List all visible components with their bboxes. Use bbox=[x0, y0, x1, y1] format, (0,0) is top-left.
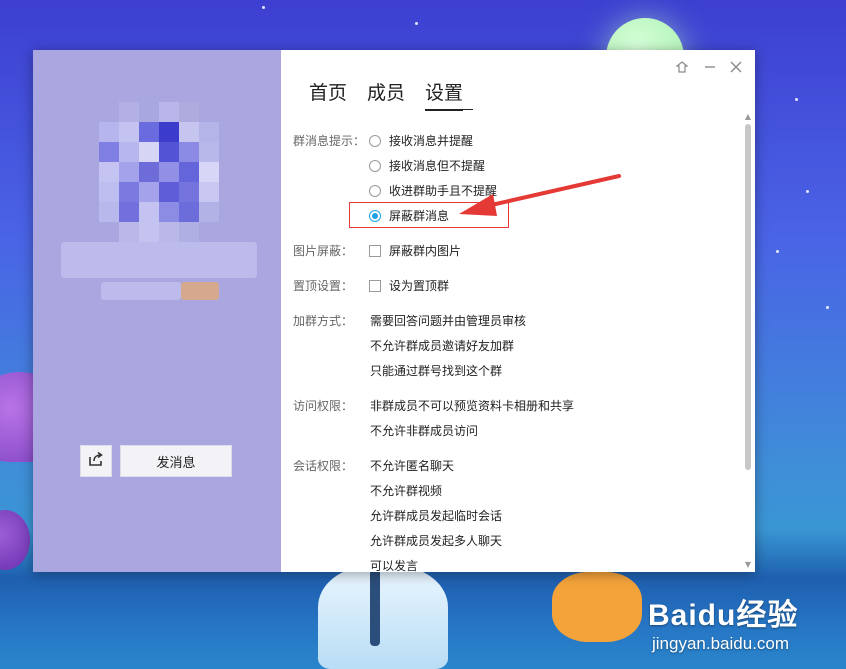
ribbon-illustration bbox=[370, 566, 380, 646]
join-method-line: 需要回答问题并由管理员审核 bbox=[370, 314, 527, 328]
scroll-down-arrow[interactable]: ▼ bbox=[745, 560, 751, 569]
access-label: 访问权限： bbox=[293, 399, 354, 413]
option-label: 接收消息并提醒 bbox=[389, 134, 474, 148]
tab-divider bbox=[427, 109, 473, 110]
group-number-blurred bbox=[101, 282, 181, 300]
chat-permission-line: 可以发言 bbox=[370, 559, 419, 573]
checkbox-block-images[interactable] bbox=[369, 244, 381, 257]
group-name-blurred bbox=[61, 242, 257, 278]
option-label: 设为置顶群 bbox=[389, 279, 450, 293]
share-button[interactable] bbox=[80, 445, 112, 477]
chat-permission-line: 不允许匿名聊天 bbox=[370, 459, 455, 473]
group-message-prompt-label: 群消息提示： bbox=[293, 134, 366, 148]
access-line: 不允许非群成员访问 bbox=[370, 424, 479, 438]
skin-icon[interactable] bbox=[673, 58, 691, 76]
option-block-images[interactable]: 屏蔽群内图片 bbox=[369, 242, 461, 259]
pin-label: 置顶设置： bbox=[293, 279, 354, 293]
star-decoration bbox=[415, 22, 418, 25]
tab-settings[interactable]: 设置 bbox=[425, 78, 464, 111]
baidu-watermark: Baidu经验 jingyan.baidu.com bbox=[648, 590, 838, 654]
scroll-up-arrow[interactable]: ▲ bbox=[745, 112, 751, 121]
option-pin-group[interactable]: 设为置顶群 bbox=[369, 277, 449, 294]
radio-receive-silent[interactable] bbox=[369, 159, 381, 172]
annotation-arrow bbox=[459, 174, 621, 216]
chat-permission-line: 允许群成员发起临时会话 bbox=[370, 509, 503, 523]
radio-assistant-silent[interactable] bbox=[369, 184, 381, 197]
join-method-line: 不允许群成员邀请好友加群 bbox=[370, 339, 515, 353]
dress-illustration bbox=[318, 566, 448, 669]
chat-permission-label: 会话权限： bbox=[293, 459, 354, 473]
image-block-label: 图片屏蔽： bbox=[293, 244, 354, 258]
radio-receive-notify[interactable] bbox=[369, 134, 381, 147]
cat-illustration bbox=[552, 572, 642, 642]
settings-pane: 首页 成员 设置 群消息提示： 接收消息并提醒 接收消息但不提醒 收进群助手且不… bbox=[281, 50, 755, 573]
tab-members[interactable]: 成员 bbox=[367, 78, 405, 111]
star-decoration bbox=[806, 190, 809, 193]
star-decoration bbox=[795, 98, 798, 101]
group-settings-window: 发消息 首页 成员 设置 群消息提示： 接收消息并提醒 接收消息但不提醒 收进群… bbox=[33, 50, 755, 573]
scrollbar-thumb[interactable] bbox=[745, 124, 751, 470]
group-avatar bbox=[99, 102, 219, 242]
group-tag-blurred bbox=[181, 282, 219, 300]
group-profile-pane: 发消息 bbox=[33, 50, 281, 572]
star-decoration bbox=[826, 306, 829, 309]
join-method-line: 只能通过群号找到这个群 bbox=[370, 364, 503, 378]
join-method-label: 加群方式： bbox=[293, 314, 354, 328]
star-decoration bbox=[262, 6, 265, 9]
send-message-button[interactable]: 发消息 bbox=[120, 445, 232, 477]
baidu-url: jingyan.baidu.com bbox=[652, 634, 790, 653]
option-label: 屏蔽群内图片 bbox=[389, 244, 462, 258]
chat-permission-line: 不允许群视频 bbox=[370, 484, 443, 498]
checkbox-pin-group[interactable] bbox=[369, 279, 381, 292]
share-icon bbox=[88, 451, 104, 471]
baidu-brand: Baidu经验 bbox=[648, 599, 799, 632]
close-icon[interactable] bbox=[727, 58, 745, 76]
tab-bar: 首页 成员 设置 bbox=[309, 78, 464, 111]
minimize-icon[interactable] bbox=[701, 58, 719, 76]
chat-permission-line: 允许群成员发起多人聊天 bbox=[370, 534, 503, 548]
option-receive-notify[interactable]: 接收消息并提醒 bbox=[369, 132, 473, 149]
access-line: 非群成员不可以预览资料卡相册和共享 bbox=[370, 399, 575, 413]
tab-home[interactable]: 首页 bbox=[309, 78, 347, 111]
star-decoration bbox=[776, 250, 779, 253]
